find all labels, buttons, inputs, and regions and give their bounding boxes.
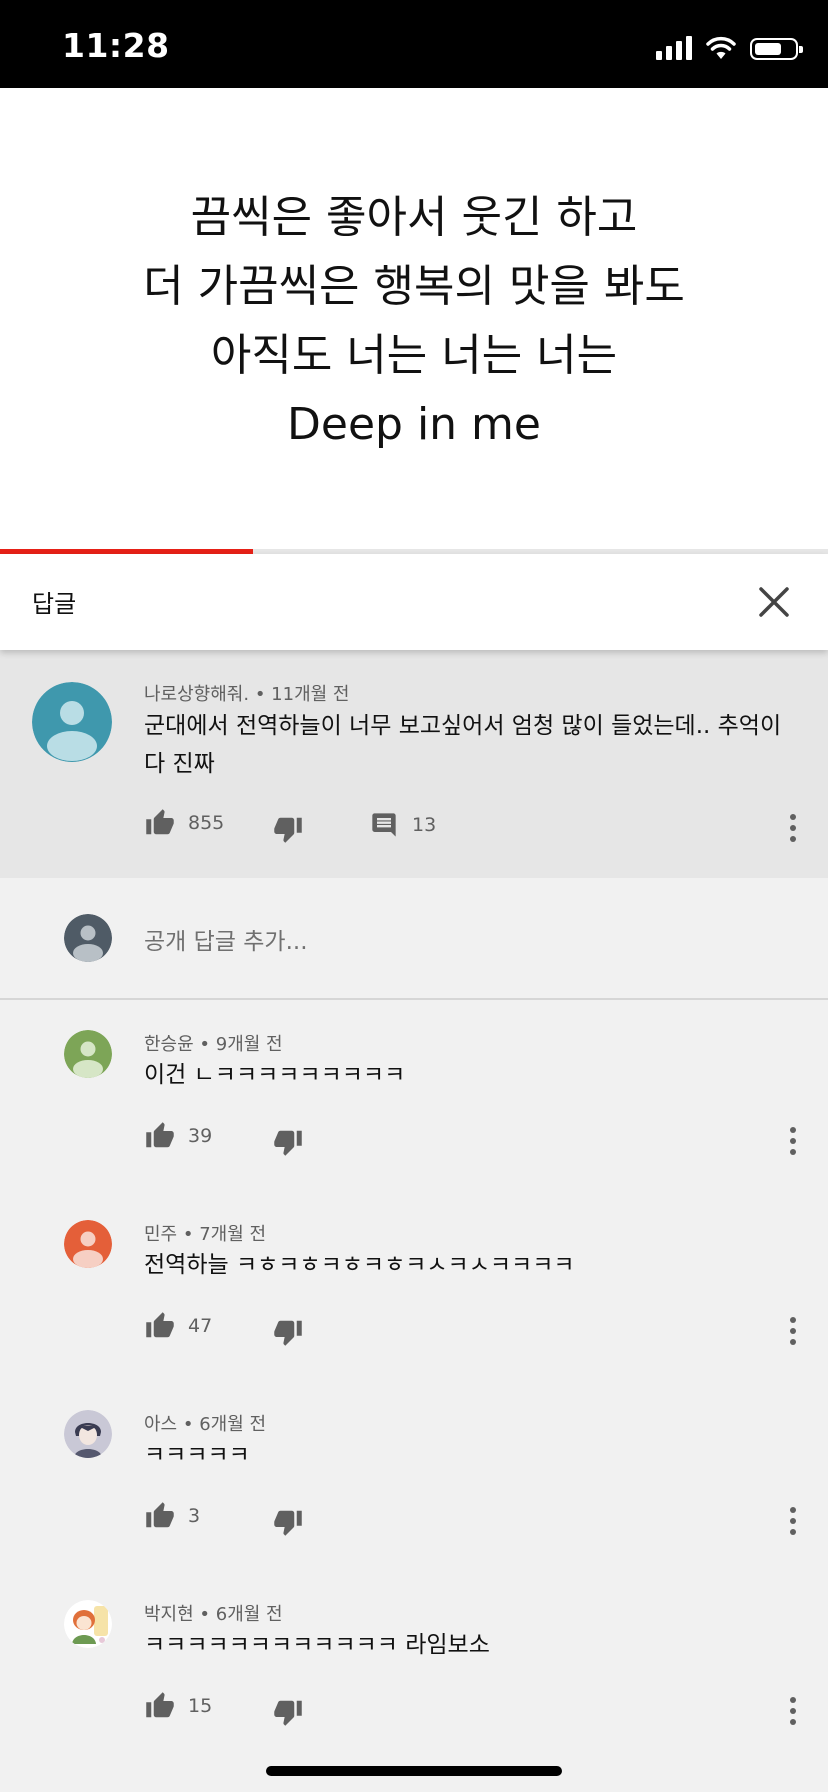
thumb-up-icon <box>146 1502 174 1528</box>
meta-separator: • <box>177 1224 200 1245</box>
replies-title: 답글 <box>32 590 77 618</box>
dislike-button[interactable] <box>272 1317 304 1347</box>
comment-time: 6개월 전 <box>215 1604 283 1625</box>
lyrics-line: 끔씩은 좋아서 웃긴 하고 <box>190 192 638 243</box>
thumb-up-icon <box>146 1122 174 1148</box>
like-count: 15 <box>188 1695 213 1717</box>
reply-item: 아스 • 6개월 전 ㅋㅋㅋㅋㅋ 3 <box>0 1380 828 1570</box>
like-button[interactable]: 15 <box>144 1691 212 1721</box>
dislike-button[interactable] <box>272 1127 304 1157</box>
reply-item: 한승윤 • 9개월 전 이건 ㄴㅋㅋㅋㅋㅋㅋㅋㅋㅋ 39 <box>0 1000 828 1190</box>
dislike-button[interactable] <box>272 1507 304 1537</box>
video-player[interactable]: 끔씩은 좋아서 웃긴 하고 더 가끔씩은 행복의 맛을 봐도 아직도 너는 너는… <box>0 88 828 554</box>
avatar[interactable] <box>32 682 112 762</box>
add-reply-input[interactable]: 공개 답글 추가... <box>144 922 308 956</box>
comment-author[interactable]: 나로상향해줘. <box>144 684 249 705</box>
comment-author[interactable]: 민주 <box>144 1224 177 1245</box>
dislike-button[interactable] <box>272 1697 304 1727</box>
thumb-down-icon <box>274 817 302 843</box>
comment-meta: 민주 • 7개월 전 <box>144 1220 266 1246</box>
like-count: 47 <box>188 1315 213 1337</box>
lyrics-line: 아직도 너는 너는 너는 <box>210 330 618 381</box>
avatar[interactable] <box>64 1410 112 1458</box>
comment-author[interactable]: 한승윤 <box>144 1034 194 1055</box>
comment-text: 이건 ㄴㅋㅋㅋㅋㅋㅋㅋㅋㅋ <box>144 1062 406 1088</box>
current-user-avatar <box>64 914 112 962</box>
comment-icon <box>372 813 396 837</box>
comment-text: ㅋㅋㅋㅋㅋㅋㅋㅋㅋㅋㅋㅋ 라임보소 <box>144 1632 490 1658</box>
comment-time: 7개월 전 <box>199 1224 267 1245</box>
comment-text: ㅋㅋㅋㅋㅋ <box>144 1442 250 1468</box>
close-icon[interactable] <box>756 584 792 620</box>
thumb-down-icon <box>274 1320 302 1346</box>
comment-time: 6개월 전 <box>199 1414 267 1435</box>
thumb-down-icon <box>274 1510 302 1536</box>
like-button[interactable]: 855 <box>144 808 224 838</box>
reply-item: 박지현 • 6개월 전 ㅋㅋㅋㅋㅋㅋㅋㅋㅋㅋㅋㅋ 라임보소 15 <box>0 1570 828 1760</box>
dislike-button[interactable] <box>272 814 304 844</box>
more-vert-icon[interactable] <box>788 1316 798 1346</box>
meta-separator: • <box>177 1414 200 1435</box>
meta-separator: • <box>193 1604 216 1625</box>
more-vert-icon[interactable] <box>788 1506 798 1536</box>
wifi-icon <box>706 36 736 59</box>
battery-icon <box>750 38 803 60</box>
cellular-signal-icon <box>656 34 692 60</box>
more-vert-icon[interactable] <box>788 1126 798 1156</box>
lyrics-line: Deep in me <box>287 399 541 450</box>
like-count: 39 <box>188 1125 213 1147</box>
home-indicator[interactable] <box>266 1766 562 1776</box>
more-vert-icon[interactable] <box>788 813 798 843</box>
comment-author[interactable]: 아스 <box>144 1414 177 1435</box>
status-time: 11:28 <box>62 26 170 65</box>
replies-header: 답글 <box>0 554 828 650</box>
add-reply-row[interactable]: 공개 답글 추가... <box>0 878 828 1000</box>
thumb-up-icon <box>146 809 174 835</box>
thumb-up-icon <box>146 1312 174 1338</box>
meta-separator: • <box>254 684 272 705</box>
comment-meta: 박지현 • 6개월 전 <box>144 1600 283 1626</box>
reply-count-button[interactable]: 13 <box>370 811 436 839</box>
comment-meta: 아스 • 6개월 전 <box>144 1410 266 1436</box>
comment-text: 전역하늘 ㅋㅎㅋㅎㅋㅎㅋㅎㅋㅅㅋㅅㅋㅋㅋㅋ <box>144 1252 575 1278</box>
thumb-down-icon <box>274 1700 302 1726</box>
comment-time: 11개월 전 <box>271 684 350 705</box>
parent-comment: 나로상향해줘. • 11개월 전 군대에서 전역하늘이 너무 보고싶어서 엄청 … <box>0 650 828 878</box>
thumb-down-icon <box>274 1130 302 1156</box>
thumb-up-icon <box>146 1692 174 1718</box>
reply-item: 민주 • 7개월 전 전역하늘 ㅋㅎㅋㅎㅋㅎㅋㅎㅋㅅㅋㅅㅋㅋㅋㅋ 47 <box>0 1190 828 1380</box>
like-button[interactable]: 47 <box>144 1311 212 1341</box>
avatar[interactable] <box>64 1600 112 1648</box>
meta-separator: • <box>193 1034 216 1055</box>
comment-meta: 한승윤 • 9개월 전 <box>144 1030 283 1056</box>
lyrics-text: 끔씩은 좋아서 웃긴 하고 더 가끔씩은 행복의 맛을 봐도 아직도 너는 너는… <box>0 183 828 459</box>
like-count: 855 <box>188 812 225 834</box>
like-button[interactable]: 39 <box>144 1121 212 1151</box>
comment-text: 군대에서 전역하늘이 너무 보고싶어서 엄청 많이 들었는데.. 추억이다 진짜 <box>144 713 782 777</box>
avatar[interactable] <box>64 1220 112 1268</box>
lyrics-line: 더 가끔씩은 행복의 맛을 봐도 <box>143 261 685 312</box>
comment-meta: 나로상향해줘. • 11개월 전 <box>144 680 349 706</box>
more-vert-icon[interactable] <box>788 1696 798 1726</box>
like-count: 3 <box>188 1505 201 1527</box>
reply-count: 13 <box>412 814 437 836</box>
status-icons <box>656 34 803 60</box>
comment-time: 9개월 전 <box>215 1034 283 1055</box>
like-button[interactable]: 3 <box>144 1501 200 1531</box>
status-bar: 11:28 <box>0 0 828 88</box>
comment-author[interactable]: 박지현 <box>144 1604 194 1625</box>
avatar[interactable] <box>64 1030 112 1078</box>
